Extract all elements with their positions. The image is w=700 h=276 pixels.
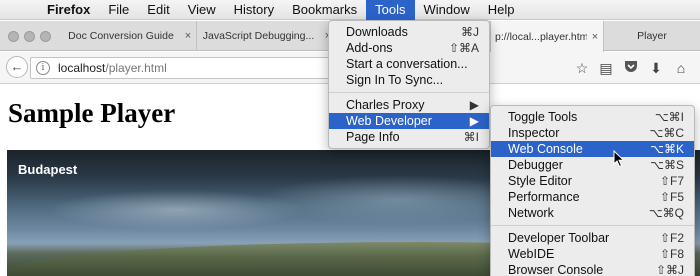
- menu-item-label: Performance: [508, 190, 580, 204]
- menu-item-shortcut: ⌥⌘I: [654, 110, 684, 124]
- menu-item-label: Start a conversation...: [346, 57, 468, 71]
- menu-separator: [329, 92, 489, 93]
- menu-item-shortcut: ⌥⌘Q: [648, 206, 684, 220]
- page-title: Sample Player: [8, 98, 176, 128]
- menu-item-shortcut: ⇧F8: [659, 247, 684, 261]
- menu-item-web-console[interactable]: Web Console ⌥⌘K: [491, 141, 694, 157]
- menu-item-page-info[interactable]: Page Info ⌘I: [329, 129, 489, 145]
- menu-item-shortcut: ⌘I: [463, 130, 479, 144]
- menu-item-shortcut: ⌥⌘S: [650, 158, 684, 172]
- menu-item-web-developer[interactable]: Web Developer ▶: [329, 113, 489, 129]
- menu-separator: [491, 225, 694, 226]
- menu-item-shortcut: ⇧F2: [659, 231, 684, 245]
- menu-item-style-editor[interactable]: Style Editor ⇧F7: [491, 173, 694, 189]
- menu-item-label: Inspector: [508, 126, 560, 140]
- menu-firefox[interactable]: Firefox: [38, 0, 99, 20]
- menu-item-network[interactable]: Network ⌥⌘Q: [491, 205, 694, 221]
- window-minimize-button[interactable]: [24, 31, 35, 42]
- tab-javascript-debugging[interactable]: JavaScript Debugging... ×: [197, 21, 337, 51]
- menu-item-shortcut: ⌘J: [461, 25, 479, 39]
- pocket-icon[interactable]: [622, 59, 640, 77]
- menu-item-label: Web Console: [508, 142, 583, 156]
- menu-item-shortcut: ⇧F5: [659, 190, 684, 204]
- url-text[interactable]: localhost/player.html: [58, 61, 167, 75]
- menu-item-browser-console[interactable]: Browser Console ⇧⌘J: [491, 262, 694, 276]
- tab-label: JavaScript Debugging...: [202, 30, 315, 42]
- menu-item-label: Page Info: [346, 130, 400, 144]
- menu-item-add-ons[interactable]: Add-ons ⇧⌘A: [329, 40, 489, 56]
- tab-player[interactable]: Player: [604, 21, 700, 51]
- menu-view[interactable]: View: [179, 0, 225, 20]
- tab-label: p://local...player.html: [495, 30, 587, 43]
- tab-player-active[interactable]: p://local...player.html ×: [490, 21, 604, 52]
- menu-item-shortcut: ⇧⌘J: [655, 263, 684, 276]
- web-developer-submenu: Toggle Tools ⌥⌘I Inspector ⌥⌘C Web Console…: [490, 105, 695, 276]
- menu-item-shortcut: ⌥⌘K: [650, 142, 684, 156]
- window-close-button[interactable]: [8, 31, 19, 42]
- tools-menu: Downloads ⌘J Add-ons ⇧⌘A Start a conversat…: [328, 20, 490, 149]
- bookmark-star-icon[interactable]: ☆: [573, 59, 591, 77]
- menu-item-performance[interactable]: Performance ⇧F5: [491, 189, 694, 205]
- menu-item-webide[interactable]: WebIDE ⇧F8: [491, 246, 694, 262]
- menu-item-developer-toolbar[interactable]: Developer Toolbar ⇧F2: [491, 230, 694, 246]
- menu-item-label: Network: [508, 206, 554, 220]
- menu-item-label: Developer Toolbar: [508, 231, 610, 245]
- submenu-arrow-icon: ▶: [469, 98, 479, 112]
- menu-item-inspector[interactable]: Inspector ⌥⌘C: [491, 125, 694, 141]
- home-icon[interactable]: ⌂: [672, 59, 690, 77]
- window-zoom-button[interactable]: [40, 31, 51, 42]
- menu-item-label: Sign In To Sync...: [346, 73, 444, 87]
- tab-close-icon[interactable]: ×: [180, 30, 196, 42]
- menu-window[interactable]: Window: [415, 0, 479, 20]
- menu-item-label: Toggle Tools: [508, 110, 578, 124]
- url-host: localhost: [58, 61, 106, 75]
- menu-item-shortcut: ⌥⌘C: [649, 126, 685, 140]
- video-caption: Budapest: [18, 162, 78, 177]
- menu-edit[interactable]: Edit: [138, 0, 178, 20]
- menu-item-label: Style Editor: [508, 174, 572, 188]
- menu-item-label: WebIDE: [508, 247, 555, 261]
- macos-menu-bar: Firefox File Edit View History Bookmarks…: [0, 0, 700, 20]
- menu-item-toggle-tools[interactable]: Toggle Tools ⌥⌘I: [491, 109, 694, 125]
- download-arrow-icon[interactable]: ⬇: [647, 59, 665, 77]
- mouse-cursor-icon: [613, 150, 625, 168]
- menu-item-label: Add-ons: [346, 41, 393, 55]
- reading-list-icon[interactable]: ▤: [597, 59, 615, 77]
- menu-tools[interactable]: Tools: [366, 0, 415, 20]
- tab-doc-conversion-guide[interactable]: Doc Conversion Guide ×: [62, 21, 197, 51]
- submenu-arrow-icon: ▶: [469, 114, 479, 128]
- back-arrow-icon[interactable]: ←: [6, 56, 28, 78]
- url-bar[interactable]: i localhost/player.html: [30, 57, 330, 79]
- menu-item-label: Charles Proxy: [346, 98, 425, 112]
- menu-item-label: Browser Console: [508, 263, 604, 276]
- menu-item-debugger[interactable]: Debugger ⌥⌘S: [491, 157, 694, 173]
- menu-file[interactable]: File: [99, 0, 138, 20]
- menu-help[interactable]: Help: [479, 0, 524, 20]
- menu-item-label: Web Developer: [346, 114, 432, 128]
- url-path: /player.html: [105, 61, 167, 75]
- info-icon[interactable]: i: [36, 61, 50, 75]
- menu-item-shortcut: ⇧F7: [659, 174, 684, 188]
- menu-history[interactable]: History: [225, 0, 283, 20]
- tab-label: Doc Conversion Guide: [68, 30, 174, 42]
- menu-item-start-conversation[interactable]: Start a conversation...: [329, 56, 489, 72]
- menu-item-sign-in-sync[interactable]: Sign In To Sync...: [329, 72, 489, 88]
- tab-label: Player: [637, 30, 667, 42]
- menu-item-label: Debugger: [508, 158, 563, 172]
- menu-item-label: Downloads: [346, 25, 408, 39]
- menu-item-downloads[interactable]: Downloads ⌘J: [329, 24, 489, 40]
- menu-item-charles-proxy[interactable]: Charles Proxy ▶: [329, 97, 489, 113]
- menu-item-shortcut: ⇧⌘A: [448, 41, 479, 55]
- tab-close-icon[interactable]: ×: [587, 31, 603, 43]
- menu-bookmarks[interactable]: Bookmarks: [283, 0, 366, 20]
